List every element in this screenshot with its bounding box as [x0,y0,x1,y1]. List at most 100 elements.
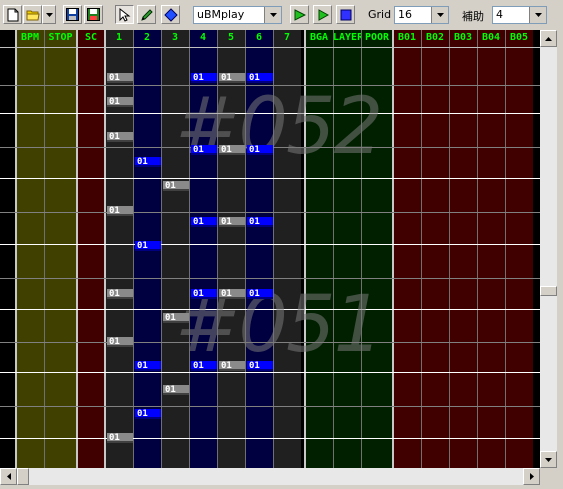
note-object[interactable]: 01 [191,217,217,227]
lane-header: 7 [283,32,291,43]
scroll-up-button[interactable] [540,30,557,47]
scroll-down-button[interactable] [540,451,557,468]
note-object[interactable]: 01 [163,181,189,191]
lane-b05[interactable] [505,30,533,468]
horizontal-scroll-thumb[interactable] [17,468,29,485]
player-select-value: uBMplay [197,8,245,21]
save-button[interactable] [63,5,82,24]
lane-header: BPM [20,32,40,43]
scroll-left-button[interactable] [0,468,17,485]
lane-b03[interactable] [449,30,477,468]
note-object[interactable]: 01 [135,409,161,419]
diamond-icon [163,7,178,22]
beat-line [0,406,540,407]
note-object[interactable]: 01 [135,361,161,371]
vertical-scroll-thumb[interactable] [540,286,557,296]
note-object[interactable]: 01 [191,289,217,299]
note-object[interactable]: 01 [191,73,217,83]
vertical-scrollbar[interactable] [540,30,557,468]
note-object[interactable]: 01 [163,313,189,323]
measure-number: #052 [175,82,383,172]
lane-header: LAYER [333,32,364,43]
note-object[interactable]: 01 [219,361,245,371]
assist-label: 補助 [462,10,484,23]
grid-select[interactable]: 16 [394,6,449,24]
note-object[interactable]: 01 [247,217,273,227]
gutter [0,30,16,468]
sequence-editor[interactable]: BPM STOP SC 1 2 3 4 5 6 7 BGA LAYER POOR B01 B02 B03 B04… [0,30,540,468]
lane-header: SC [84,32,98,43]
lane-header: B05 [509,32,529,43]
assist-select[interactable]: 4 [492,6,547,24]
note-object[interactable]: 01 [107,433,133,443]
open-file-button[interactable] [23,5,42,24]
lane-header: 4 [199,32,207,43]
note-object[interactable]: 01 [163,385,189,395]
lane-header: POOR [364,32,390,43]
lane-header: 5 [227,32,235,43]
select-tool-button[interactable] [115,5,134,24]
open-folder-icon [26,10,40,20]
note-object[interactable]: 01 [107,73,133,83]
write-tool-button[interactable] [137,5,156,24]
note-object[interactable]: 01 [107,206,133,216]
pencil-icon [140,8,153,21]
note-object[interactable]: 01 [107,97,133,107]
scrollbar-corner [540,468,563,489]
lane-header: 6 [255,32,263,43]
lane-sc[interactable] [77,30,105,468]
note-object[interactable]: 01 [219,73,245,83]
horizontal-scrollbar[interactable] [0,468,540,485]
object-tool-button[interactable] [161,5,180,24]
open-recent-dropdown[interactable] [42,5,56,24]
lane-b02[interactable] [421,30,449,468]
chevron-down-icon [545,457,552,462]
note-object[interactable]: 01 [247,289,273,299]
stop-button[interactable] [336,5,355,24]
lane-bpm[interactable] [16,30,44,468]
note-object[interactable]: 01 [135,157,161,167]
new-file-button[interactable] [3,5,22,24]
note-object[interactable]: 01 [107,289,133,299]
chevron-down-icon [529,7,546,23]
note-object[interactable]: 01 [107,132,133,142]
lane-header: 3 [171,32,179,43]
note-object[interactable]: 01 [247,73,273,83]
play-button[interactable] [313,5,332,24]
lane-b01[interactable] [393,30,421,468]
beat-line [0,244,540,245]
lane-b04[interactable] [477,30,505,468]
lane-header: 2 [143,32,151,43]
note-object[interactable]: 01 [135,241,161,251]
beat-line [0,438,540,439]
note-object[interactable]: 01 [219,217,245,227]
beat-line [0,47,540,48]
note-object[interactable]: 01 [219,145,245,155]
note-object[interactable]: 01 [247,361,273,371]
note-object[interactable]: 01 [107,337,133,347]
save-icon [66,8,79,21]
dropdown-arrow-icon [45,12,53,17]
lane-header: B02 [425,32,445,43]
lane-header: STOP [48,32,73,43]
arrow-cursor-icon [119,7,130,22]
play-all-icon [294,8,306,21]
note-object[interactable]: 01 [191,361,217,371]
save-as-button[interactable] [84,5,103,24]
group-separator [104,30,106,468]
play-icon [318,8,329,21]
lane-header: B03 [453,32,473,43]
beat-line [0,278,540,279]
note-object[interactable]: 01 [219,289,245,299]
note-object[interactable]: 01 [191,145,217,155]
assist-select-value: 4 [496,8,503,21]
grid-select-value: 16 [398,8,412,21]
lane-header: 1 [115,32,123,43]
lane-stop[interactable] [44,30,77,468]
group-separator [15,30,17,468]
note-object[interactable]: 01 [247,145,273,155]
scroll-right-button[interactable] [523,468,540,485]
lane-1[interactable] [105,30,133,468]
play-from-start-button[interactable] [290,5,309,24]
player-select[interactable]: uBMplay [193,6,282,24]
